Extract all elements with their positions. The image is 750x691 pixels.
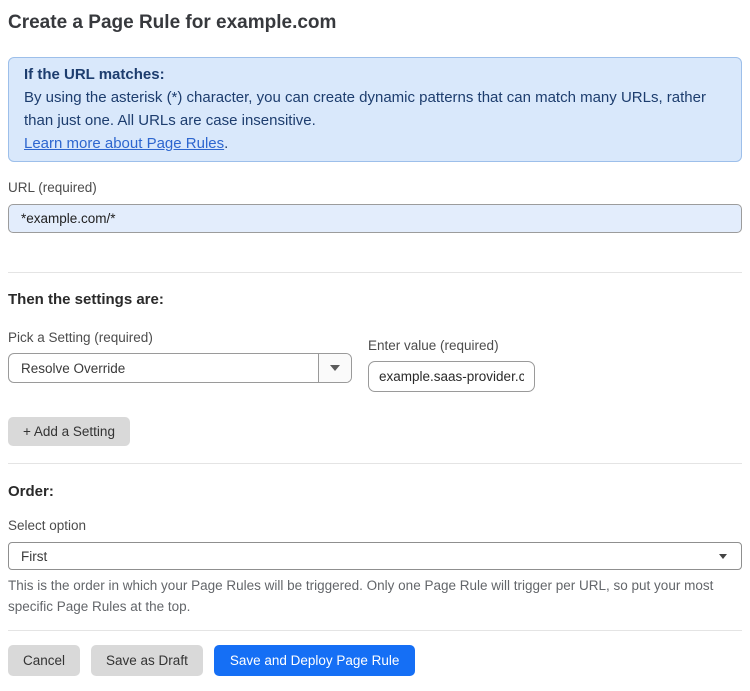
save-as-draft-button[interactable]: Save as Draft xyxy=(91,645,203,676)
order-select[interactable]: First xyxy=(8,542,742,570)
link-period: . xyxy=(224,135,229,152)
cancel-button[interactable]: Cancel xyxy=(8,645,81,676)
info-box-link-line: Learn more about Page Rules. xyxy=(24,132,726,155)
setting-value-input[interactable] xyxy=(368,361,535,392)
setting-value-column: Enter value (required) xyxy=(368,338,535,392)
divider xyxy=(8,630,742,631)
divider xyxy=(8,463,742,464)
setting-select-value: Resolve Override xyxy=(21,360,126,376)
setting-picker-column: Pick a Setting (required) Resolve Overri… xyxy=(8,330,352,392)
chevron-down-icon xyxy=(330,365,340,371)
settings-section-heading: Then the settings are: xyxy=(8,291,164,308)
chevron-down-icon xyxy=(719,553,727,559)
add-setting-button[interactable]: + Add a Setting xyxy=(8,417,130,446)
setting-select[interactable]: Resolve Override xyxy=(8,353,352,383)
setting-select-arrow-button[interactable] xyxy=(318,354,351,382)
settings-row: Pick a Setting (required) Resolve Overri… xyxy=(8,330,742,392)
learn-more-link[interactable]: Learn more about Page Rules xyxy=(24,135,224,152)
info-box-heading: If the URL matches: xyxy=(24,66,165,83)
info-box-body: By using the asterisk (*) character, you… xyxy=(24,89,706,129)
setting-value-label: Enter value (required) xyxy=(368,338,499,353)
setting-picker-label: Pick a Setting (required) xyxy=(8,330,153,345)
url-match-info-box: If the URL matches: By using the asteris… xyxy=(8,57,742,162)
page-title: Create a Page Rule for example.com xyxy=(8,12,337,33)
order-select-label: Select option xyxy=(8,518,87,533)
url-label: URL (required) xyxy=(8,180,97,195)
order-select-value: First xyxy=(21,548,48,564)
action-bar: Cancel Save as Draft Save and Deploy Pag… xyxy=(8,645,742,676)
order-help-text: This is the order in which your Page Rul… xyxy=(8,578,714,614)
url-input[interactable] xyxy=(8,204,742,233)
divider xyxy=(8,272,742,273)
create-page-rule-panel: Create a Page Rule for example.com If th… xyxy=(0,12,750,676)
order-section-heading: Order: xyxy=(8,483,54,500)
save-and-deploy-button[interactable]: Save and Deploy Page Rule xyxy=(213,645,416,676)
